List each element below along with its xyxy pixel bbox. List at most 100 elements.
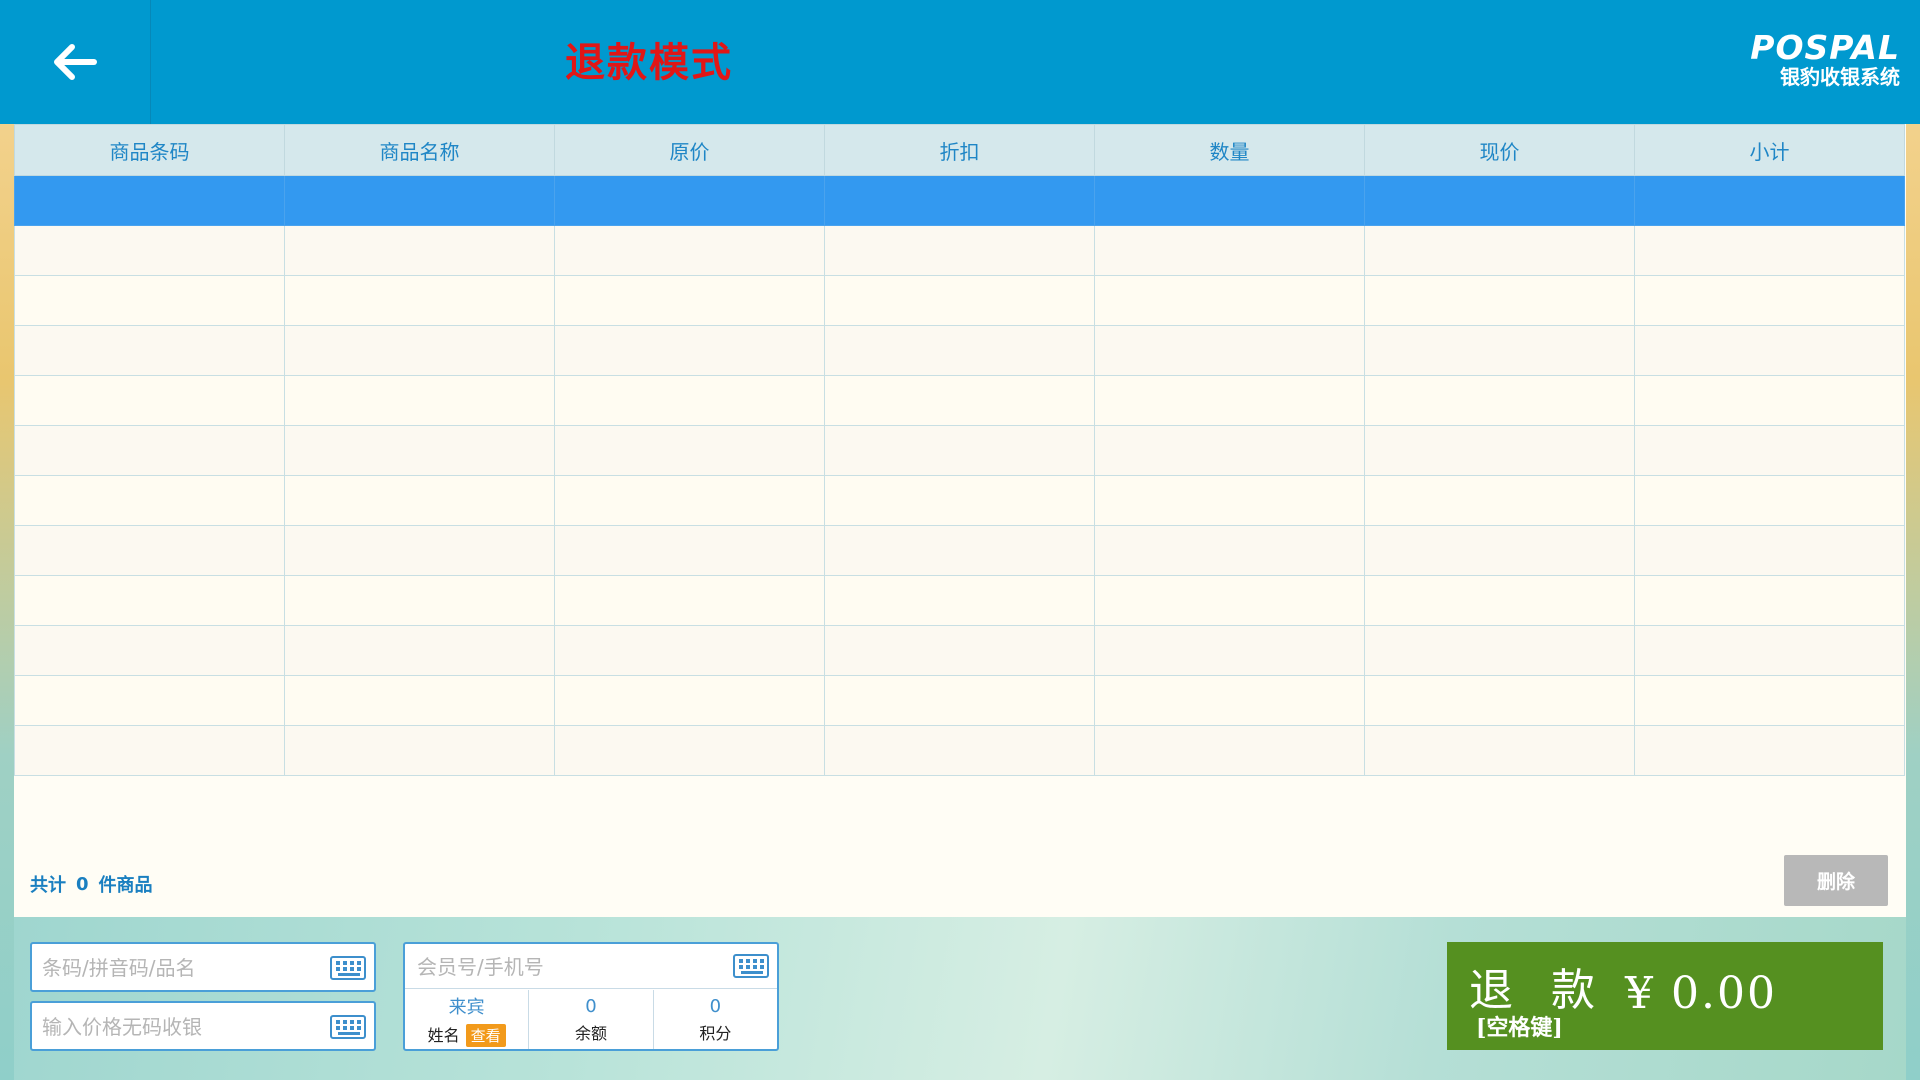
member-stats: 来宾 姓名 查看 0 余额 0 积分 bbox=[405, 990, 777, 1049]
member-balance-stat: 0 余额 bbox=[528, 990, 652, 1049]
member-points-label: 积分 bbox=[699, 1023, 732, 1043]
table-row[interactable] bbox=[14, 525, 1905, 576]
table-cell bbox=[1364, 525, 1635, 576]
table-cell bbox=[1364, 725, 1635, 776]
table-cell bbox=[1634, 425, 1905, 476]
table-cell bbox=[1364, 625, 1635, 676]
table-cell bbox=[284, 475, 555, 526]
member-name-stat: 来宾 姓名 查看 bbox=[405, 990, 528, 1049]
table-cell bbox=[554, 325, 825, 376]
page-title: 退款模式 bbox=[565, 39, 733, 86]
table-cell bbox=[554, 175, 825, 226]
table-cell bbox=[1094, 225, 1365, 276]
price-input-box bbox=[30, 1001, 376, 1051]
member-panel: 来宾 姓名查看 0 余额 0 积分 bbox=[403, 942, 779, 1051]
table-cell bbox=[1634, 575, 1905, 626]
table-cell bbox=[1364, 475, 1635, 526]
table-cell bbox=[14, 275, 285, 326]
table-row[interactable] bbox=[14, 675, 1905, 726]
table-cell bbox=[554, 275, 825, 326]
table-row[interactable] bbox=[14, 325, 1905, 376]
table-cell bbox=[14, 725, 285, 776]
logo-subtitle: 银豹收银系统 bbox=[1780, 65, 1900, 89]
table-cell bbox=[554, 525, 825, 576]
member-balance-value: 0 bbox=[585, 995, 597, 1017]
header-bar: 退款模式 POSPAL 银豹收银系统 bbox=[0, 0, 1920, 124]
table-row[interactable] bbox=[14, 175, 1905, 226]
column-header-subtotal: 小计 bbox=[1634, 124, 1905, 176]
table-cell bbox=[824, 225, 1095, 276]
table-row[interactable] bbox=[14, 275, 1905, 326]
column-header-current-price: 现价 bbox=[1364, 124, 1635, 176]
table-cell bbox=[554, 225, 825, 276]
table-row[interactable] bbox=[14, 625, 1905, 676]
table-cell bbox=[554, 725, 825, 776]
table-cell bbox=[284, 675, 555, 726]
table-header-row: 商品条码 商品名称 原价 折扣 数量 现价 小计 bbox=[14, 124, 1905, 176]
logo-mark: POSPAL bbox=[1750, 28, 1900, 67]
column-header-original-price: 原价 bbox=[554, 124, 825, 176]
table-cell bbox=[14, 575, 285, 626]
table-cell bbox=[14, 625, 285, 676]
table-cell bbox=[1364, 225, 1635, 276]
table-cell bbox=[284, 725, 555, 776]
table-row[interactable] bbox=[14, 725, 1905, 776]
table-cell bbox=[1364, 575, 1635, 626]
table-row[interactable] bbox=[14, 375, 1905, 426]
table-cell bbox=[14, 225, 285, 276]
table-cell bbox=[284, 425, 555, 476]
product-list-panel: 商品条码 商品名称 原价 折扣 数量 现价 小计 共计 0 件商品 删除 bbox=[14, 124, 1906, 917]
price-input[interactable] bbox=[42, 1011, 322, 1043]
table-row[interactable] bbox=[14, 425, 1905, 476]
table-cell bbox=[14, 325, 285, 376]
table-cell bbox=[1634, 275, 1905, 326]
table-cell bbox=[824, 675, 1095, 726]
table-cell bbox=[824, 725, 1095, 776]
summary-prefix: 共计 bbox=[30, 875, 66, 896]
view-member-button[interactable]: 查看 bbox=[465, 1023, 506, 1047]
table-cell bbox=[284, 325, 555, 376]
member-name-label: 姓名 bbox=[427, 1025, 460, 1045]
table-cell bbox=[824, 425, 1095, 476]
table-cell bbox=[824, 325, 1095, 376]
table-row[interactable] bbox=[14, 475, 1905, 526]
refund-amount: ¥ 0.00 bbox=[1625, 968, 1777, 1019]
back-arrow-icon bbox=[54, 44, 97, 80]
delete-button[interactable]: 删除 bbox=[1784, 855, 1888, 906]
table-cell bbox=[554, 575, 825, 626]
table-cell bbox=[554, 675, 825, 726]
table-cell bbox=[824, 475, 1095, 526]
barcode-search-input[interactable] bbox=[42, 952, 322, 984]
table-cell bbox=[1364, 675, 1635, 726]
member-search-input[interactable] bbox=[417, 952, 717, 982]
column-header-quantity: 数量 bbox=[1094, 124, 1365, 176]
table-cell bbox=[284, 625, 555, 676]
table-cell bbox=[1094, 725, 1365, 776]
bottom-panel: 来宾 姓名查看 0 余额 0 积分 退 款 [空格键] ¥ 0.00 bbox=[14, 917, 1906, 1080]
back-button[interactable] bbox=[0, 0, 151, 124]
table-cell bbox=[1634, 175, 1905, 226]
table-row[interactable] bbox=[14, 575, 1905, 626]
table-cell bbox=[284, 175, 555, 226]
barcode-search-box bbox=[30, 942, 376, 992]
table-cell bbox=[824, 275, 1095, 326]
table-cell bbox=[1094, 675, 1365, 726]
table-cell bbox=[14, 675, 285, 726]
keyboard-icon[interactable] bbox=[330, 956, 366, 980]
table-cell bbox=[284, 275, 555, 326]
table-row[interactable] bbox=[14, 225, 1905, 276]
table-cell bbox=[284, 525, 555, 576]
table-cell bbox=[1634, 325, 1905, 376]
table-cell bbox=[1094, 375, 1365, 426]
table-cell bbox=[14, 175, 285, 226]
keyboard-icon[interactable] bbox=[733, 954, 769, 978]
table-cell bbox=[284, 225, 555, 276]
table-cell bbox=[824, 575, 1095, 626]
column-header-name: 商品名称 bbox=[284, 124, 555, 176]
product-table: 商品条码 商品名称 原价 折扣 数量 现价 小计 bbox=[14, 124, 1905, 776]
refund-button[interactable]: 退 款 [空格键] ¥ 0.00 bbox=[1447, 942, 1883, 1050]
table-cell bbox=[554, 475, 825, 526]
table-cell bbox=[14, 375, 285, 426]
column-header-barcode: 商品条码 bbox=[14, 124, 285, 176]
keyboard-icon[interactable] bbox=[330, 1015, 366, 1039]
